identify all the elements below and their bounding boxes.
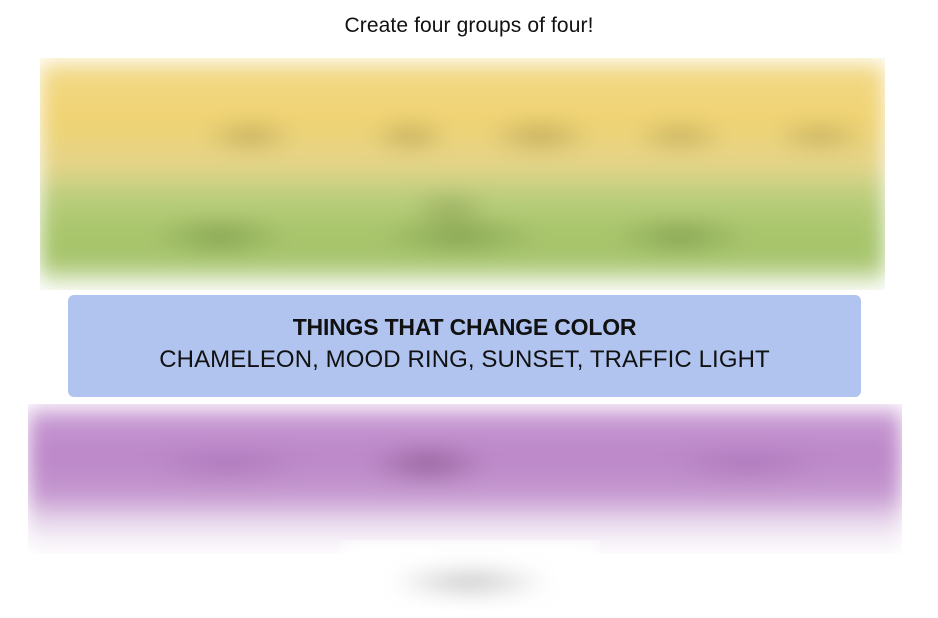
game-board: Create four groups of four! THINGS THAT … (0, 0, 938, 618)
obscured-groups-yellow-green (40, 58, 885, 290)
group-members: CHAMELEON, MOOD RING, SUNSET, TRAFFIC LI… (159, 346, 770, 373)
obscured-fill (40, 58, 885, 290)
obscured-control (340, 540, 600, 610)
obscured-fill (340, 540, 600, 610)
obscured-group-purple (28, 404, 902, 554)
solved-group-blue: THINGS THAT CHANGE COLOR CHAMELEON, MOOD… (68, 295, 861, 397)
instructions-text: Create four groups of four! (344, 14, 594, 37)
obscured-fill (28, 404, 902, 554)
group-title: THINGS THAT CHANGE COLOR (292, 314, 637, 340)
